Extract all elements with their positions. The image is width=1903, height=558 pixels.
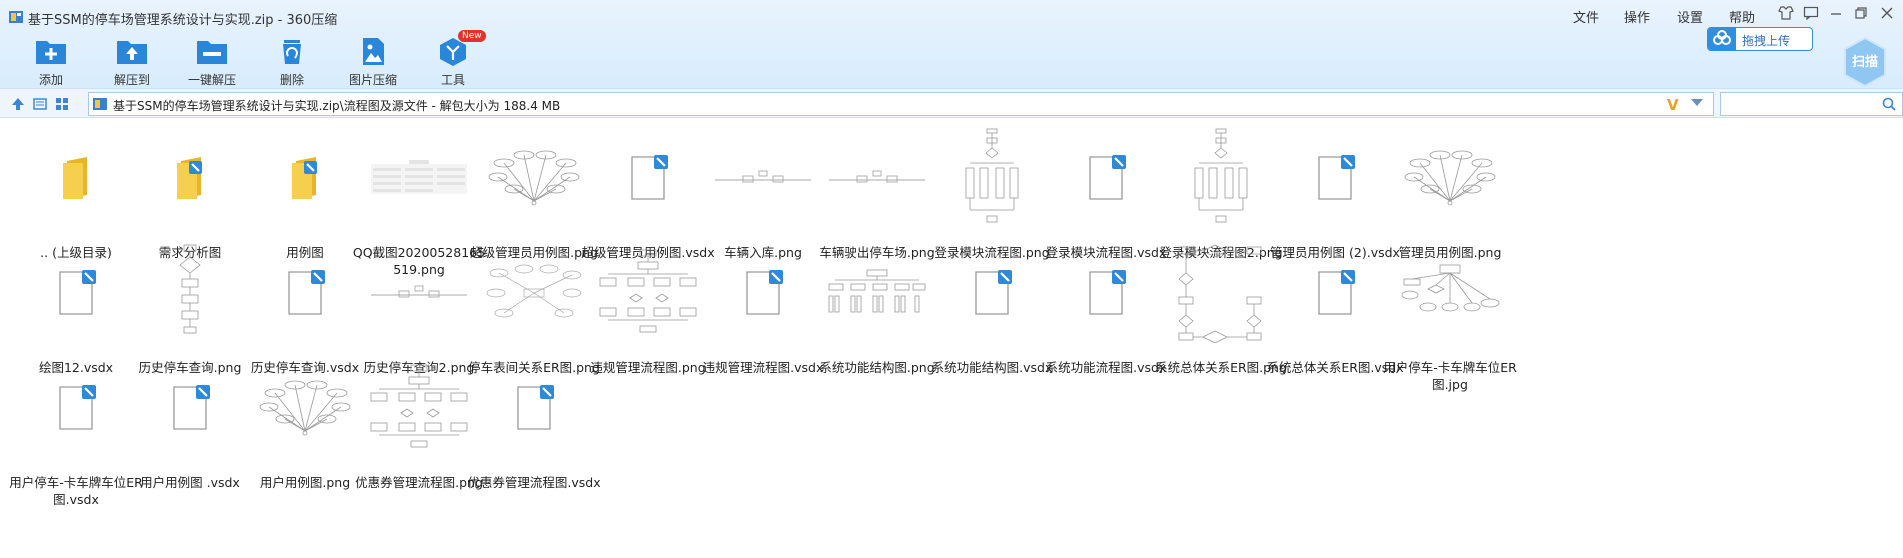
image-thumbnail-icon (942, 128, 1042, 228)
tools-label: 工具 (440, 73, 465, 87)
extract-to-icon (117, 41, 147, 64)
menu-file[interactable]: 文件 (1573, 7, 1599, 26)
image-thumbnail-icon (369, 243, 469, 343)
vsdx-file-icon (1056, 128, 1156, 228)
drag-upload-label: 拖拽上传 (1742, 34, 1791, 48)
image-thumbnail-icon (255, 358, 355, 458)
image-thumbnail-icon (369, 128, 469, 228)
search-icon[interactable] (1882, 97, 1896, 111)
new-badge: New (458, 30, 486, 42)
close-icon[interactable] (1876, 6, 1898, 26)
app-window: 基于SSM的停车场管理系统设计与实现.zip - 360压缩 文件 操作 设置 … (0, 0, 1903, 558)
window-title: 基于SSM的停车场管理系统设计与实现.zip - 360压缩 (28, 13, 338, 28)
image-compress-icon (363, 38, 384, 65)
image-thumbnail-icon (369, 358, 469, 458)
address-bar-row: 基于SSM的停车场管理系统设计与实现.zip\流程图及源文件 - 解包大小为 1… (0, 88, 1903, 118)
image-thumbnail-icon (1400, 243, 1500, 343)
maximize-icon[interactable] (1850, 6, 1872, 26)
image-thumbnail-icon (484, 243, 584, 343)
title-bar: 基于SSM的停车场管理系统设计与实现.zip - 360压缩 文件 操作 设置 … (0, 0, 1903, 34)
folder-icon (255, 128, 355, 228)
vsdx-file-icon (26, 358, 126, 458)
image-thumbnail-icon (140, 243, 240, 343)
file-grid: .. (上级目录) 需求分析图 用例图 QQ截图20200528165519.p… (0, 128, 1903, 558)
drag-upload-button[interactable]: 拖拽上传 (1707, 27, 1813, 51)
scan-label: 扫描 (1851, 55, 1878, 70)
add-label: 添加 (38, 73, 63, 87)
minimize-icon[interactable] (1825, 6, 1847, 26)
file-item[interactable]: 用户停车-卡车牌车位ER图.jpg (1381, 243, 1519, 392)
cloud-icon (1708, 28, 1736, 50)
menu-settings[interactable]: 设置 (1677, 7, 1703, 26)
file-name-label: 用户停车-卡车牌车位ER图.jpg (1383, 360, 1517, 392)
folder-icon (140, 128, 240, 228)
scan-button[interactable]: 扫描 (1842, 36, 1888, 88)
one-click-extract-label: 一键解压 (187, 73, 236, 87)
parent-folder-icon (26, 128, 126, 228)
vsdx-file-icon (1285, 128, 1385, 228)
recycle-icon (283, 40, 301, 64)
extract-to-label: 解压到 (113, 73, 150, 87)
vsdx-file-icon (140, 358, 240, 458)
up-arrow-icon[interactable] (10, 96, 26, 112)
v-logo-icon: V (1667, 96, 1679, 114)
vsdx-file-icon (942, 243, 1042, 343)
vsdx-file-icon (484, 358, 584, 458)
image-thumbnail-icon (1400, 128, 1500, 228)
skin-icon[interactable] (1775, 6, 1797, 26)
search-input[interactable] (1720, 92, 1903, 116)
vsdx-file-icon (26, 243, 126, 343)
image-thumbnail-icon (598, 243, 698, 343)
vsdx-file-icon (713, 243, 813, 343)
address-path: 基于SSM的停车场管理系统设计与实现.zip\流程图及源文件 - 解包大小为 1… (113, 99, 561, 113)
file-item[interactable]: 优惠券管理流程图.vsdx (465, 358, 603, 496)
vsdx-file-icon (598, 128, 698, 228)
add-icon (36, 41, 66, 64)
feedback-icon[interactable] (1800, 6, 1822, 26)
image-thumbnail-icon (713, 128, 813, 228)
file-name-label: 优惠券管理流程图.vsdx (467, 475, 601, 490)
vsdx-file-icon (255, 243, 355, 343)
vsdx-file-icon (1285, 243, 1385, 343)
one-click-extract-icon (197, 41, 227, 64)
menu-help[interactable]: 帮助 (1729, 7, 1755, 26)
image-thumbnail-icon (827, 243, 927, 343)
delete-label: 删除 (279, 73, 304, 87)
address-input[interactable]: 基于SSM的停车场管理系统设计与实现.zip\流程图及源文件 - 解包大小为 1… (88, 92, 1714, 116)
image-compress-label: 图片压缩 (348, 73, 397, 87)
list-view-icon[interactable] (32, 96, 48, 112)
archive-logo-icon (9, 11, 23, 23)
image-thumbnail-icon (1171, 243, 1271, 343)
grid-view-icon[interactable] (54, 96, 70, 112)
address-dropdown-icon[interactable] (1691, 99, 1703, 106)
vsdx-file-icon (1056, 243, 1156, 343)
image-thumbnail-icon (1171, 128, 1271, 228)
image-thumbnail-icon (827, 128, 927, 228)
image-thumbnail-icon (484, 128, 584, 228)
menu-operation[interactable]: 操作 (1624, 7, 1650, 26)
zip-archive-icon (93, 98, 107, 110)
